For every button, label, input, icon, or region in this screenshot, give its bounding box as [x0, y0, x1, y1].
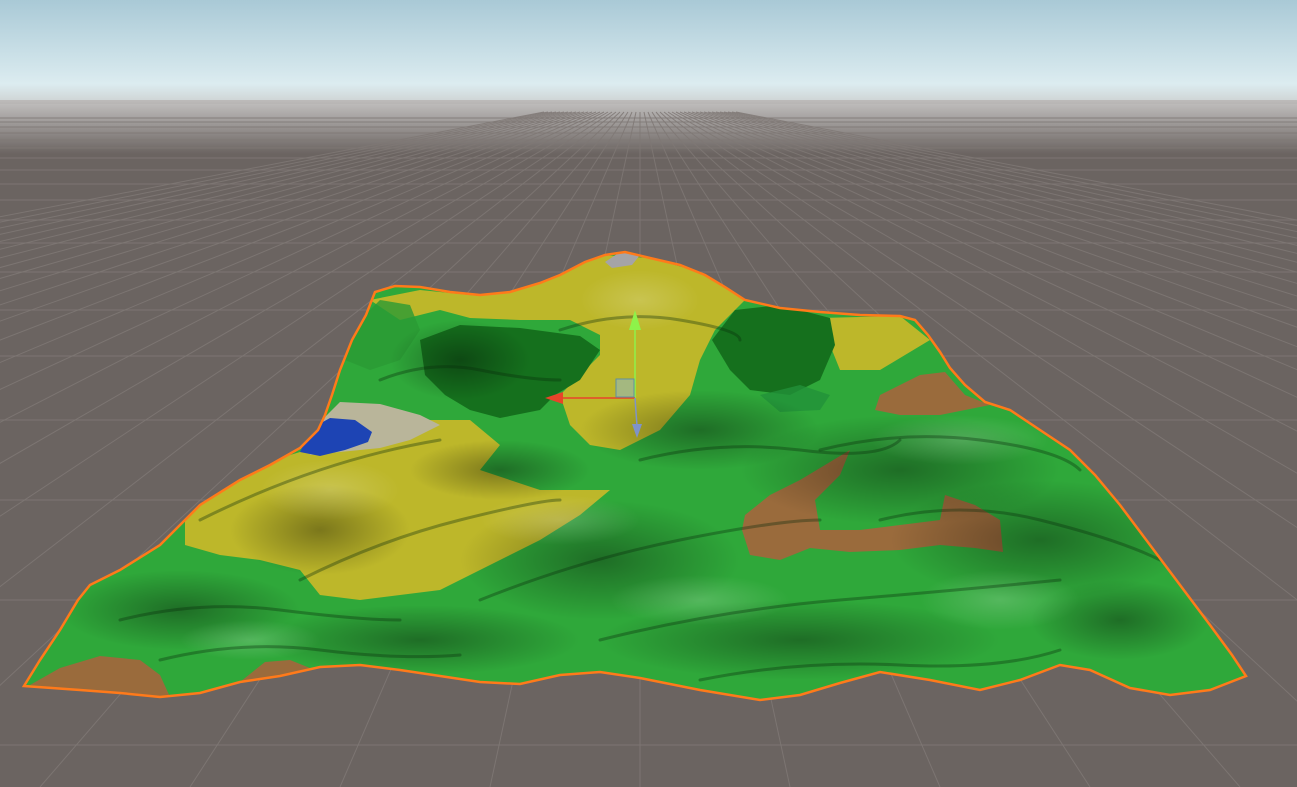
- terrain-highlight: [180, 620, 320, 660]
- terrain-highlight: [260, 460, 400, 520]
- ground-haze: [0, 104, 1297, 154]
- scene-viewport[interactable]: [0, 0, 1297, 787]
- terrain-highlight: [870, 415, 1050, 465]
- scene-view-canvas[interactable]: [0, 0, 1297, 787]
- sky: [0, 0, 1297, 112]
- plane-handle-icon[interactable]: [615, 378, 635, 398]
- terrain-shadow: [390, 320, 530, 400]
- terrain-highlight: [480, 495, 640, 545]
- terrain-shadow: [580, 390, 820, 470]
- terrain-shadow: [410, 440, 590, 500]
